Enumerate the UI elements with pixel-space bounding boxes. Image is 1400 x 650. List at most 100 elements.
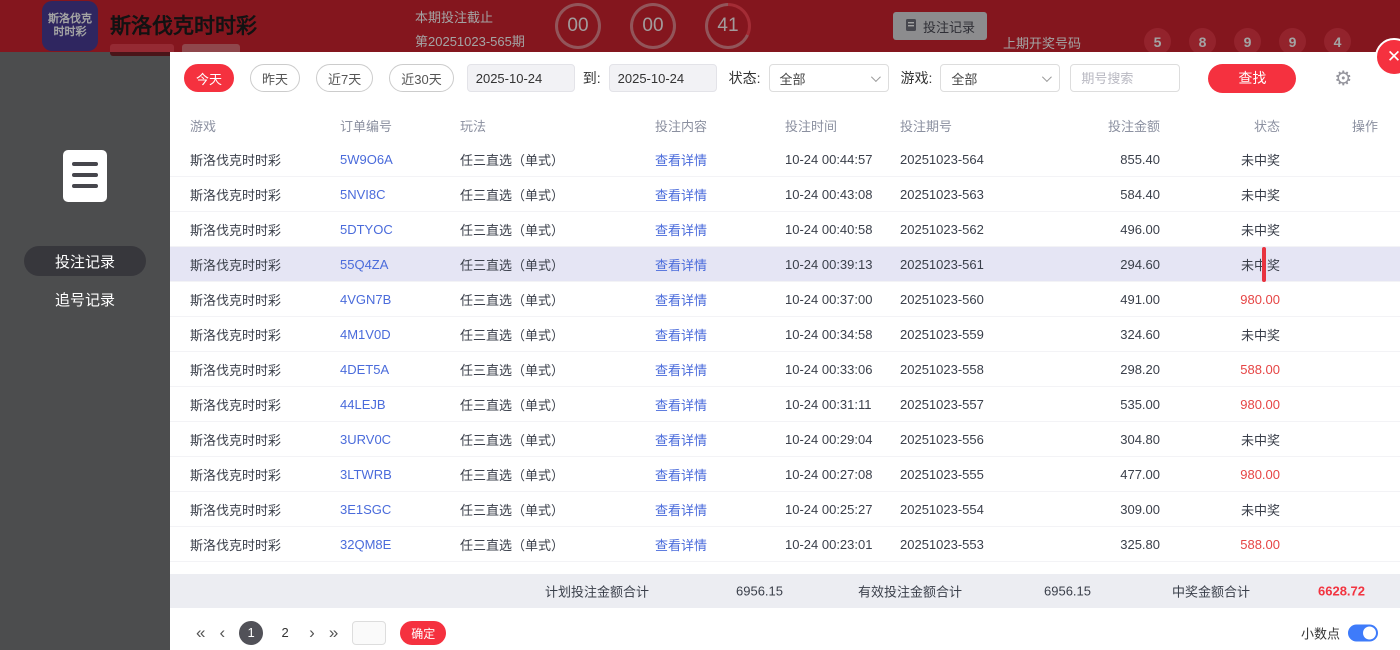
table-row[interactable]: 斯洛伐克时时彩3LTWRB任三直选（单式）查看详情10-24 00:27:082… [170,457,1400,492]
play-cell: 任三直选（单式） [460,360,655,379]
records-doc-icon [61,148,109,209]
status-select[interactable]: 全部 [769,64,889,92]
gear-icon[interactable]: ⚙ [1334,66,1352,91]
modal-sidebar: 投注记录追号记录 [0,52,170,650]
detail-link[interactable]: 查看详情 [655,465,785,484]
play-cell: 任三直选（单式） [460,535,655,554]
table-row[interactable]: 斯洛伐克时时彩32QM8E任三直选（单式）查看详情10-24 00:23:012… [170,527,1400,562]
detail-link[interactable]: 查看详情 [655,430,785,449]
detail-link[interactable]: 查看详情 [655,185,785,204]
sidebar-item-1[interactable]: 追号记录 [24,284,146,314]
table-row[interactable]: 斯洛伐克时时彩3E1SGC任三直选（单式）查看详情10-24 00:25:272… [170,492,1400,527]
game-select[interactable]: 全部 [940,64,1060,92]
table-header: 游戏订单编号玩法投注内容投注时间投注期号投注金额状态操作 [170,108,1400,142]
time-cell: 10-24 00:29:04 [785,432,900,447]
play-cell: 任三直选（单式） [460,290,655,309]
table-row[interactable]: 斯洛伐克时时彩3URV0C任三直选（单式）查看详情10-24 00:29:042… [170,422,1400,457]
game-cell: 斯洛伐克时时彩 [190,500,340,519]
game-cell: 斯洛伐克时时彩 [190,290,340,309]
order-link[interactable]: 32QM8E [340,537,460,552]
game-cell: 斯洛伐克时时彩 [190,255,340,274]
order-link[interactable]: 4DET5A [340,362,460,377]
status-cell: 588.00 [1160,537,1280,552]
order-link[interactable]: 55Q4ZA [340,257,460,272]
table-row[interactable]: 斯洛伐克时时彩4DET5A任三直选（单式）查看详情10-24 00:33:062… [170,352,1400,387]
table-row[interactable]: 斯洛伐克时时彩55Q4ZA任三直选（单式）查看详情10-24 00:39:132… [170,247,1400,282]
amount-cell: 535.00 [1050,397,1160,412]
period-search-input[interactable] [1070,64,1180,92]
detail-link[interactable]: 查看详情 [655,395,785,414]
quick-filter-0[interactable]: 今天 [184,64,234,92]
game-cell: 斯洛伐克时时彩 [190,325,340,344]
quick-filter-1[interactable]: 昨天 [250,64,300,92]
quick-filter-3[interactable]: 近30天 [389,64,453,92]
time-cell: 10-24 00:33:06 [785,362,900,377]
decimal-toggle[interactable] [1348,625,1378,642]
column-header-3: 投注内容 [655,116,785,135]
detail-link[interactable]: 查看详情 [655,325,785,344]
order-link[interactable]: 3E1SGC [340,502,460,517]
order-link[interactable]: 5W9O6A [340,152,460,167]
column-header-8: 操作 [1280,116,1378,135]
period-cell: 20251023-558 [900,362,1050,377]
first-page-button[interactable]: « [196,623,205,643]
game-cell: 斯洛伐克时时彩 [190,360,340,379]
valid-total-label: 有效投注金额合计 [858,582,962,601]
table-row[interactable]: 斯洛伐克时时彩4VGN7B任三直选（单式）查看详情10-24 00:37:002… [170,282,1400,317]
order-link[interactable]: 4M1V0D [340,327,460,342]
status-label: 状态: [729,68,761,88]
detail-link[interactable]: 查看详情 [655,360,785,379]
detail-link[interactable]: 查看详情 [655,220,785,239]
search-button[interactable]: 查找 [1208,64,1296,93]
table-row[interactable]: 斯洛伐克时时彩44LEJB任三直选（单式）查看详情10-24 00:31:112… [170,387,1400,422]
win-total-label: 中奖金额合计 [1172,582,1250,601]
sidebar-item-0[interactable]: 投注记录 [24,246,146,276]
order-link[interactable]: 3LTWRB [340,467,460,482]
game-select-value: 全部 [951,69,977,88]
amount-cell: 855.40 [1050,152,1160,167]
filter-bar: 今天昨天近7天近30天 到: 状态: 全部 游戏: 全部 查找 ⚙ [170,52,1400,92]
quick-filters: 今天昨天近7天近30天 [184,64,454,92]
status-cell: 588.00 [1160,362,1280,377]
detail-link[interactable]: 查看详情 [655,150,785,169]
status-cell: 未中奖 [1160,150,1280,169]
order-link[interactable]: 5NVI8C [340,187,460,202]
period-cell: 20251023-554 [900,502,1050,517]
amount-cell: 304.80 [1050,432,1160,447]
period-cell: 20251023-559 [900,327,1050,342]
detail-link[interactable]: 查看详情 [655,290,785,309]
order-link[interactable]: 44LEJB [340,397,460,412]
amount-cell: 491.00 [1050,292,1160,307]
date-from-input[interactable] [467,64,575,92]
confirm-button[interactable]: 确定 [400,621,446,645]
toggle-knob [1363,627,1376,640]
chevron-down-icon [870,72,880,82]
order-link[interactable]: 3URV0C [340,432,460,447]
page-button-2[interactable]: 2 [273,621,297,645]
order-link[interactable]: 5DTYOC [340,222,460,237]
time-cell: 10-24 00:37:00 [785,292,900,307]
amount-cell: 324.60 [1050,327,1160,342]
quick-filter-2[interactable]: 近7天 [316,64,373,92]
page-button-1[interactable]: 1 [239,621,263,645]
last-page-button[interactable]: » [329,623,338,643]
game-cell: 斯洛伐克时时彩 [190,185,340,204]
table-row[interactable]: 斯洛伐克时时彩5NVI8C任三直选（单式）查看详情10-24 00:43:082… [170,177,1400,212]
detail-link[interactable]: 查看详情 [655,255,785,274]
table-row[interactable]: 斯洛伐克时时彩5DTYOC任三直选（单式）查看详情10-24 00:40:582… [170,212,1400,247]
date-to-input[interactable] [609,64,717,92]
order-link[interactable]: 4VGN7B [340,292,460,307]
column-header-4: 投注时间 [785,116,900,135]
page-jump-input[interactable] [352,621,386,645]
detail-link[interactable]: 查看详情 [655,500,785,519]
scrollbar-thumb[interactable] [1262,247,1266,282]
table-row[interactable]: 斯洛伐克时时彩5W9O6A任三直选（单式）查看详情10-24 00:44:572… [170,142,1400,177]
prev-page-button[interactable]: ‹ [219,623,225,643]
column-header-2: 玩法 [460,116,655,135]
detail-link[interactable]: 查看详情 [655,535,785,554]
next-page-button[interactable]: › [309,623,315,643]
table-row[interactable]: 斯洛伐克时时彩4M1V0D任三直选（单式）查看详情10-24 00:34:582… [170,317,1400,352]
time-cell: 10-24 00:44:57 [785,152,900,167]
amount-cell: 309.00 [1050,502,1160,517]
status-select-value: 全部 [780,69,806,88]
